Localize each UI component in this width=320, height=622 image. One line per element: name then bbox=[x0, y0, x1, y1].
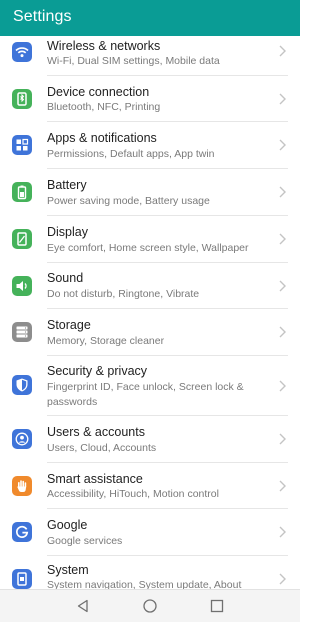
shield-icon bbox=[12, 375, 32, 395]
page-title: Settings bbox=[13, 8, 72, 25]
settings-item-sound[interactable]: Sound Do not disturb, Ringtone, Vibrate bbox=[0, 263, 300, 309]
back-icon[interactable] bbox=[75, 598, 91, 614]
chevron-right-icon bbox=[279, 233, 286, 245]
chevron-right-icon bbox=[279, 280, 286, 292]
settings-item-summary: Google services bbox=[47, 535, 123, 547]
chevron-right-icon bbox=[279, 93, 286, 105]
settings-list[interactable]: Wireless & networks Wi-Fi, Dual SIM sett… bbox=[0, 36, 300, 589]
settings-item-storage[interactable]: Storage Memory, Storage cleaner bbox=[0, 309, 300, 356]
settings-item-display[interactable]: Display Eye comfort, Home screen style, … bbox=[0, 216, 300, 263]
chevron-right-icon bbox=[279, 573, 286, 585]
system-icon bbox=[12, 569, 32, 589]
user-icon bbox=[12, 429, 32, 449]
device-connection-icon bbox=[12, 89, 32, 109]
settings-item-device-connection[interactable]: Device connection Bluetooth, NFC, Printi… bbox=[0, 76, 300, 122]
settings-item-wireless-networks[interactable]: Wireless & networks Wi-Fi, Dual SIM sett… bbox=[0, 36, 300, 76]
settings-item-label: Wireless & networks bbox=[47, 39, 161, 53]
home-icon[interactable] bbox=[142, 598, 158, 614]
chevron-right-icon bbox=[279, 326, 286, 338]
apps-grid-icon bbox=[12, 135, 32, 155]
settings-item-summary: Do not disturb, Ringtone, Vibrate bbox=[47, 288, 200, 300]
battery-icon bbox=[12, 182, 32, 202]
settings-item-apps-notifications[interactable]: Apps & notifications Permissions, Defaul… bbox=[0, 122, 300, 169]
settings-item-battery[interactable]: Battery Power saving mode, Battery usage bbox=[0, 169, 300, 216]
settings-item-users-accounts[interactable]: Users & accounts Users, Cloud, Accounts bbox=[0, 416, 300, 463]
storage-icon bbox=[12, 322, 32, 342]
settings-item-summary: Accessibility, HiTouch, Motion control bbox=[47, 488, 219, 500]
settings-item-label: Display bbox=[47, 225, 88, 239]
speaker-icon bbox=[12, 276, 32, 296]
settings-item-label: Security & privacy bbox=[47, 364, 148, 378]
settings-item-summary: Power saving mode, Battery usage bbox=[47, 195, 210, 207]
chevron-right-icon bbox=[279, 526, 286, 538]
settings-item-label: System bbox=[47, 563, 89, 577]
navigation-bar bbox=[0, 589, 300, 622]
settings-item-label: Device connection bbox=[47, 85, 150, 99]
display-icon bbox=[12, 229, 32, 249]
chevron-right-icon bbox=[279, 480, 286, 492]
settings-item-google[interactable]: Google Google services bbox=[0, 509, 300, 556]
settings-item-security-privacy[interactable]: Security & privacy Fingerprint ID, Face … bbox=[0, 356, 300, 416]
settings-item-system[interactable]: System System navigation, System update,… bbox=[0, 556, 300, 589]
settings-item-label: Users & accounts bbox=[47, 425, 145, 439]
settings-item-label: Smart assistance bbox=[47, 472, 143, 486]
chevron-right-icon bbox=[279, 45, 286, 57]
settings-item-summary: Permissions, Default apps, App twin bbox=[47, 148, 215, 160]
settings-item-label: Storage bbox=[47, 318, 91, 332]
recents-icon[interactable] bbox=[209, 598, 225, 614]
settings-item-label: Apps & notifications bbox=[47, 131, 157, 145]
settings-item-smart-assistance[interactable]: Smart assistance Accessibility, HiTouch,… bbox=[0, 463, 300, 509]
google-icon bbox=[12, 522, 32, 542]
settings-item-label: Google bbox=[47, 518, 88, 532]
app-bar: Settings bbox=[0, 0, 300, 36]
chevron-right-icon bbox=[279, 186, 286, 198]
settings-item-label: Battery bbox=[47, 178, 87, 192]
wifi-icon bbox=[12, 42, 32, 62]
settings-item-summary: Users, Cloud, Accounts bbox=[47, 442, 157, 454]
settings-item-summary: Wi-Fi, Dual SIM settings, Mobile data bbox=[47, 55, 220, 67]
settings-item-summary: Fingerprint ID, Face unlock, Screen lock… bbox=[47, 381, 244, 408]
chevron-right-icon bbox=[279, 380, 286, 392]
settings-screen: Settings Wireless & networks Wi-Fi, Dual… bbox=[0, 0, 300, 622]
hand-icon bbox=[12, 476, 32, 496]
chevron-right-icon bbox=[279, 433, 286, 445]
settings-item-summary: Memory, Storage cleaner bbox=[47, 335, 165, 347]
chevron-right-icon bbox=[279, 139, 286, 151]
settings-item-summary: Eye comfort, Home screen style, Wallpape… bbox=[47, 242, 249, 254]
settings-item-summary: Bluetooth, NFC, Printing bbox=[47, 101, 161, 113]
settings-item-label: Sound bbox=[47, 271, 84, 285]
settings-item-summary: System navigation, System update, About bbox=[47, 579, 242, 589]
